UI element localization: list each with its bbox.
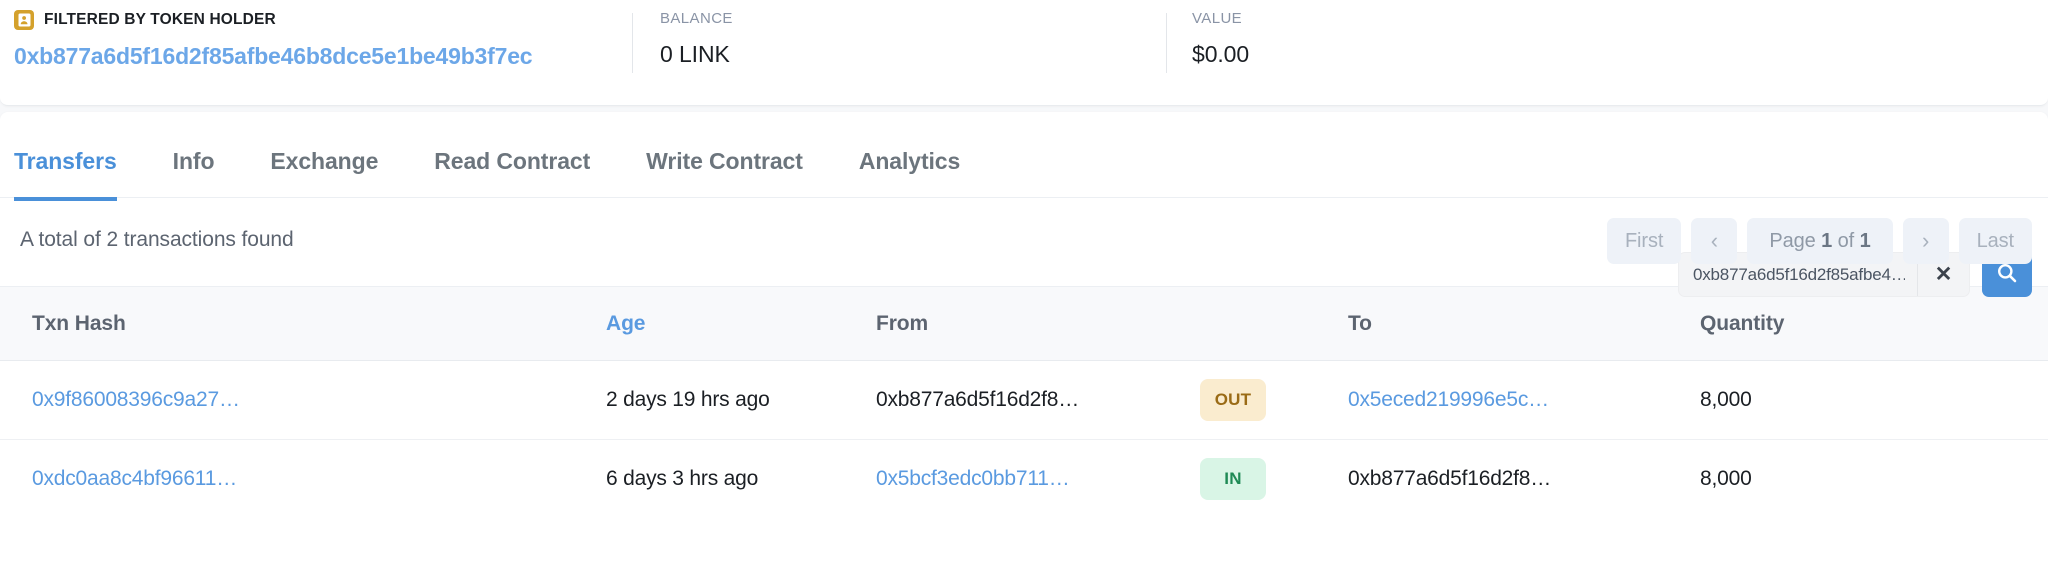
filtered-by-holder-block: FILTERED BY TOKEN HOLDER 0xb877a6d5f16d2… — [14, 10, 533, 70]
direction-cell: OUT — [1200, 360, 1340, 440]
to-address[interactable]: 0x5eced219996e5c… — [1348, 388, 1549, 411]
value-label: VALUE — [1192, 10, 1243, 27]
from-address-cell: 0x5bcf3edc0bb711… — [870, 440, 1200, 519]
pagination-next-button[interactable]: › — [1902, 218, 1949, 264]
token-holder-summary-card: FILTERED BY TOKEN HOLDER 0xb877a6d5f16d2… — [0, 0, 2048, 106]
from-address: 0xb877a6d5f16d2f8… — [876, 388, 1080, 411]
page-of-label: of — [1837, 229, 1855, 252]
tab-info[interactable]: Info — [173, 148, 215, 201]
table-header-row: Txn Hash Age From To Quantity — [0, 286, 2048, 361]
pagination-last-button[interactable]: Last — [1958, 218, 2032, 264]
column-header-txn-hash: Txn Hash — [0, 286, 600, 361]
pagination-page-indicator: Page 1 of 1 — [1747, 218, 1893, 264]
balance-label: BALANCE — [660, 10, 733, 27]
tab-analytics[interactable]: Analytics — [859, 148, 960, 201]
value-amount: $0.00 — [1192, 41, 1250, 67]
column-header-age[interactable]: Age — [600, 286, 870, 361]
column-header-from: From — [870, 286, 1200, 361]
transfers-card: Transfers Info Exchange Read Contract Write … — [0, 112, 2048, 578]
tab-transfers[interactable]: Transfers — [14, 148, 117, 201]
direction-badge: IN — [1200, 458, 1266, 501]
direction-badge: OUT — [1200, 379, 1266, 421]
balance-block: BALANCE 0 LINK — [660, 10, 733, 68]
direction-cell: IN — [1200, 440, 1340, 519]
pagination-prev-button[interactable]: ‹ — [1691, 218, 1738, 264]
quantity-value: 8,000 — [1700, 467, 1752, 491]
summary-divider-2 — [1166, 13, 1167, 73]
token-holder-address-link[interactable]: 0xb877a6d5f16d2f85afbe46b8dce5e1be49b3f7… — [14, 43, 533, 70]
page-prefix-label: Page — [1769, 229, 1816, 252]
column-header-quantity: Quantity — [1680, 286, 2048, 361]
from-address[interactable]: 0x5bcf3edc0bb711… — [876, 467, 1070, 490]
to-address: 0xb877a6d5f16d2f8… — [1348, 467, 1552, 491]
transfers-table: Txn Hash Age From To Quantity 0x9f860083… — [0, 286, 2048, 519]
txn-hash-link[interactable]: 0x9f86008396c9a27… — [32, 388, 240, 411]
total-transactions-text: A total of 2 transactions found — [20, 228, 294, 251]
contact-card-icon — [14, 10, 34, 30]
quantity-value-cell: 8,000 — [1680, 440, 2048, 519]
value-block: VALUE $0.00 — [1192, 10, 1249, 68]
tab-list: Transfers Info Exchange Read Contract Write … — [14, 148, 1016, 201]
txn-hash-link[interactable]: 0xdc0aa8c4bf96611… — [32, 467, 237, 490]
quantity-value: 8,000 — [1700, 388, 1752, 411]
age-value: 2 days 19 hrs ago — [606, 388, 770, 411]
txn-hash-link-cell: 0xdc0aa8c4bf96611… — [0, 440, 600, 519]
age-value-cell: 6 days 3 hrs ago — [600, 440, 870, 519]
summary-divider-1 — [632, 13, 633, 73]
balance-value: 0 LINK — [660, 41, 730, 67]
page-total-number: 1 — [1859, 229, 1871, 252]
txn-hash-link-cell: 0x9f86008396c9a27… — [0, 360, 600, 440]
tab-exchange[interactable]: Exchange — [270, 148, 378, 201]
from-address-cell: 0xb877a6d5f16d2f8… — [870, 360, 1200, 440]
age-value-cell: 2 days 19 hrs ago — [600, 360, 870, 440]
filtered-by-holder-label: FILTERED BY TOKEN HOLDER — [44, 11, 276, 28]
to-address-cell: 0xb877a6d5f16d2f8… — [1340, 440, 1680, 519]
page-current-number: 1 — [1821, 229, 1833, 252]
table-row: 0x9f86008396c9a27… 2 days 19 hrs ago 0xb87… — [0, 360, 2048, 440]
pagination: First ‹ Page 1 of 1 › Last — [1606, 218, 2032, 264]
pagination-first-button[interactable]: First — [1606, 218, 1682, 264]
tab-read-contract[interactable]: Read Contract — [434, 148, 590, 201]
table-toolbar: A total of 2 transactions found First ‹ … — [0, 198, 2048, 286]
table-head: Txn Hash Age From To Quantity — [0, 286, 2048, 361]
table-body: 0x9f86008396c9a27… 2 days 19 hrs ago 0xb87… — [0, 360, 2048, 519]
table-row: 0xdc0aa8c4bf96611… 6 days 3 hrs ago 0x5bcf… — [0, 440, 2048, 519]
page-root: FILTERED BY TOKEN HOLDER 0xb877a6d5f16d2… — [0, 0, 2048, 578]
column-header-direction — [1200, 286, 1340, 361]
tab-bar: Transfers Info Exchange Read Contract Write … — [0, 112, 2048, 201]
to-address-cell: 0x5eced219996e5c… — [1340, 360, 1680, 440]
tab-write-contract[interactable]: Write Contract — [646, 148, 803, 201]
age-value: 6 days 3 hrs ago — [606, 467, 759, 491]
quantity-value-cell: 8,000 — [1680, 360, 2048, 440]
column-header-to: To — [1340, 286, 1680, 361]
